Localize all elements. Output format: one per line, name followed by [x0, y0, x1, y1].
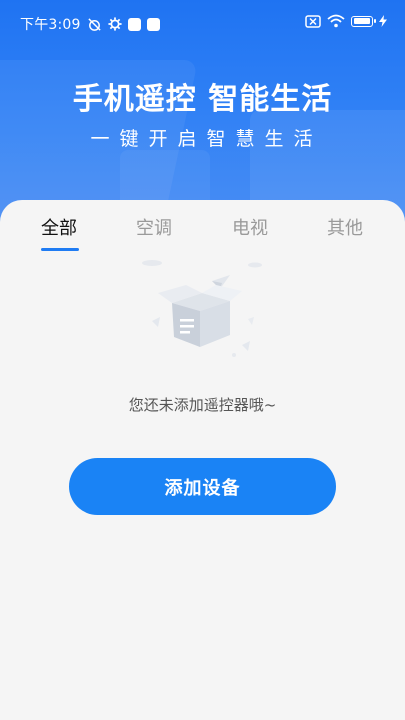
hero-title: 手机遥控 智能生活	[72, 82, 333, 117]
status-bar: 下午3:09	[0, 0, 405, 48]
empty-box-illustration	[130, 255, 270, 365]
battery-icon	[351, 15, 376, 27]
notification-icon	[146, 17, 160, 31]
empty-state-message: 您还未添加遥控器哦~	[128, 396, 277, 414]
gear-icon	[108, 17, 122, 31]
tab-active-indicator	[41, 248, 79, 251]
tab-air-conditioner[interactable]: 空调	[124, 214, 184, 240]
content-card: 全部 空调 电视 其他 您还未添加遥控器哦~ 添加设备	[0, 200, 405, 720]
sim-off-icon	[305, 14, 321, 28]
alarm-off-icon	[87, 17, 102, 32]
tab-all[interactable]: 全部	[29, 214, 89, 240]
status-time: 下午3:09	[20, 17, 81, 33]
hero-banner: 下午3:09 手机遥控 智能生活 一键开启智慧生活	[0, 0, 405, 230]
category-tabs: 全部 空调 电视 其他	[0, 214, 405, 254]
wifi-icon	[327, 14, 345, 28]
tab-tv[interactable]: 电视	[220, 214, 280, 240]
add-device-button[interactable]: 添加设备	[69, 458, 336, 515]
charging-icon	[379, 15, 387, 27]
notification-icon	[127, 17, 141, 31]
hero-subtitle: 一键开启智慧生活	[90, 128, 323, 150]
tab-other[interactable]: 其他	[315, 214, 375, 240]
